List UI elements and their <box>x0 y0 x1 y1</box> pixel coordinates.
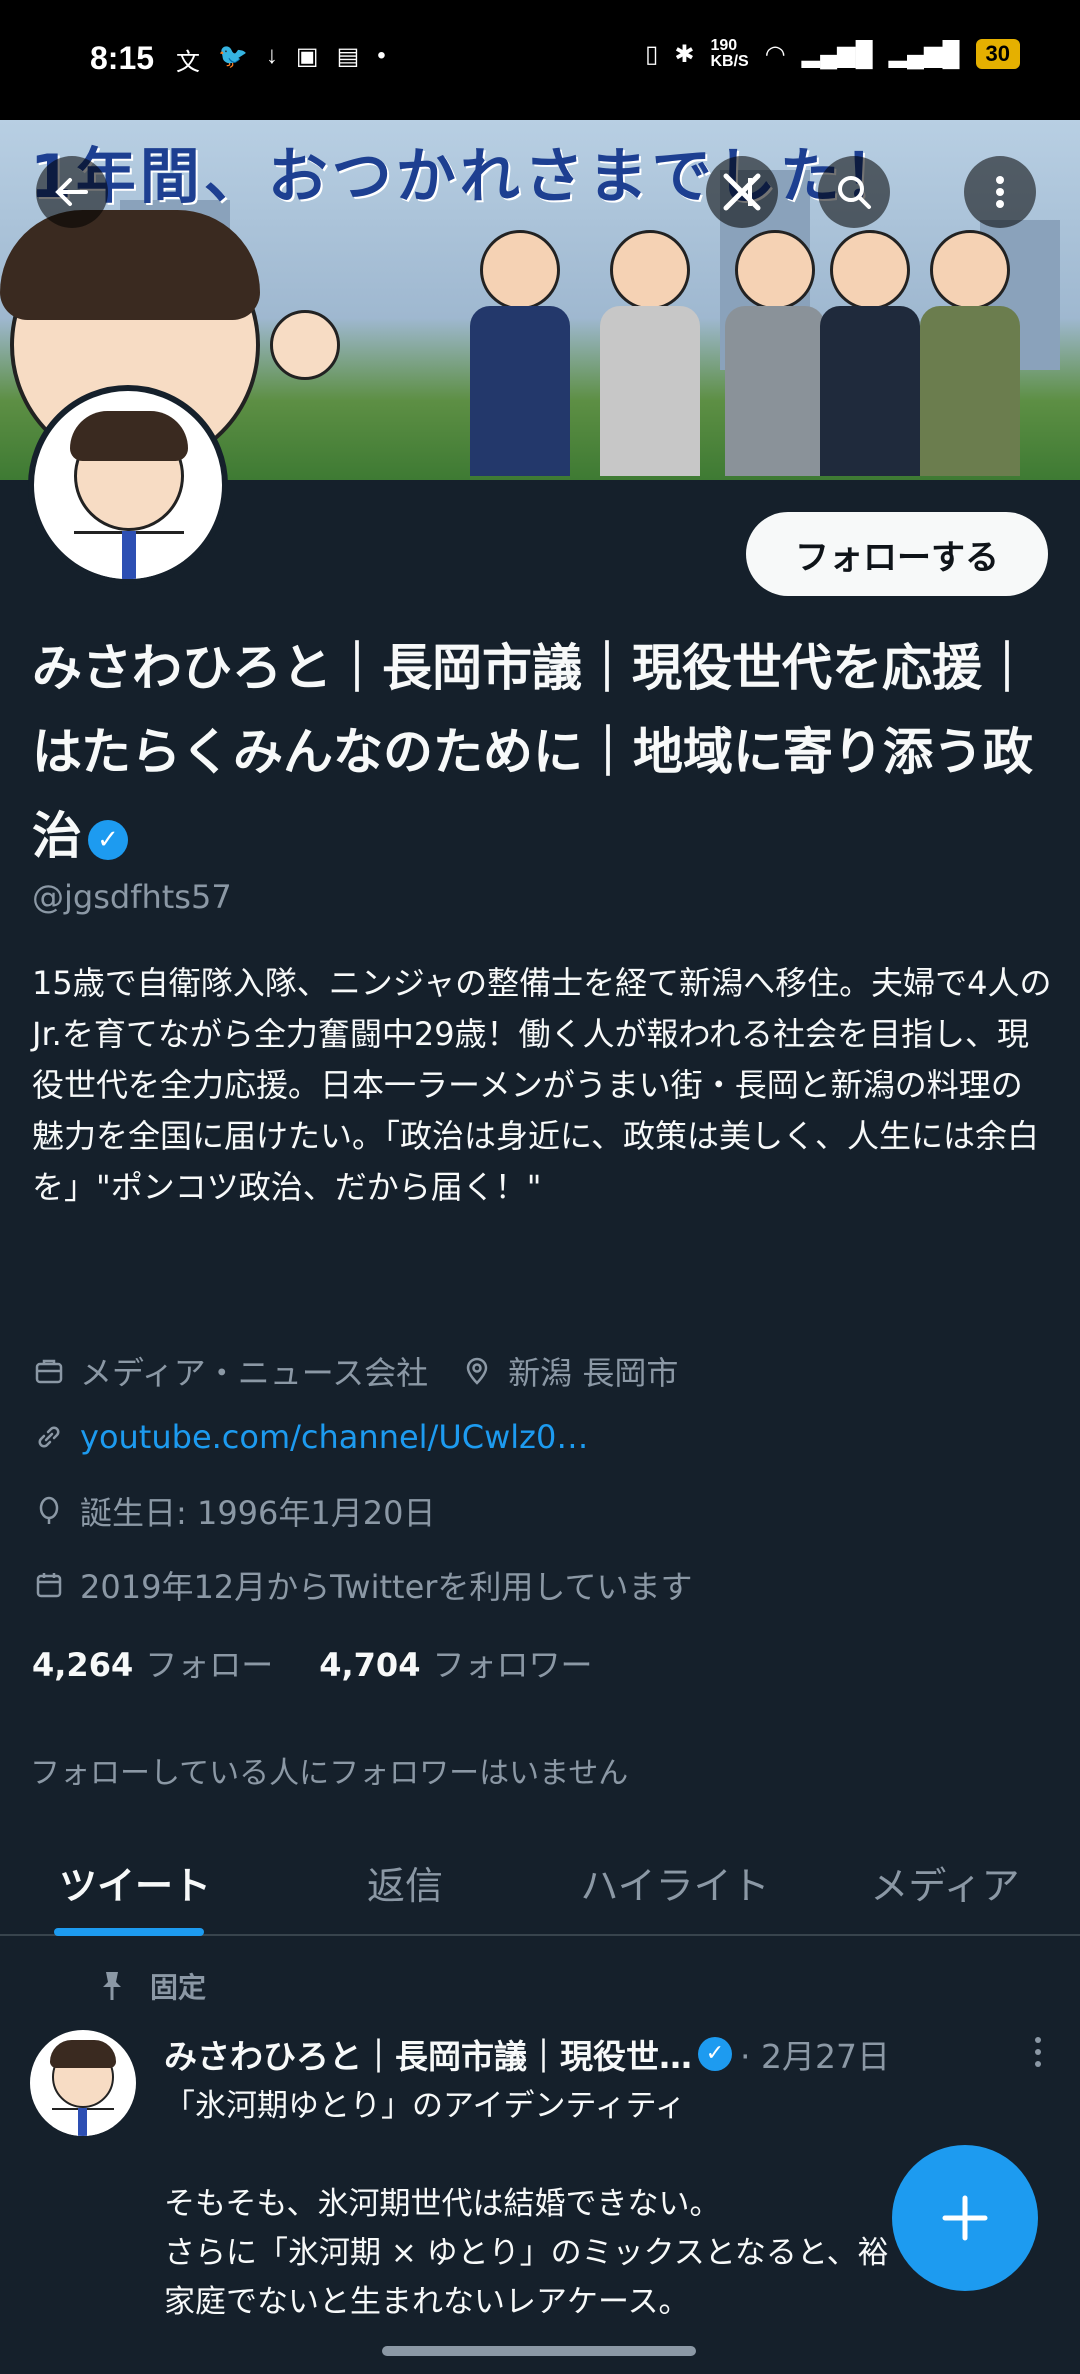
tweet-avatar[interactable] <box>30 2030 136 2136</box>
compose-tweet-button[interactable] <box>892 2145 1038 2291</box>
translate-icon: 文 <box>176 49 200 76</box>
tweet-date: · 2月27日 <box>740 2037 890 2076</box>
followers-number: 4,704 <box>319 1646 421 1684</box>
tab-highlights[interactable]: ハイライト <box>540 1830 810 1934</box>
calendar-icon <box>32 1568 66 1602</box>
mutual-followers-note: フォローしている人にフォロワーはいません <box>30 1756 629 1791</box>
profile-category: メディア・ニュース会社 <box>80 1354 429 1392</box>
profile-joined-date: 2019年12月からTwitterを利用しています <box>80 1568 693 1606</box>
search-button[interactable] <box>818 156 890 228</box>
profile-tabs: ツイート 返信 ハイライト メディア <box>0 1830 1080 1936</box>
banner-figure-office <box>820 230 920 480</box>
plus-icon <box>942 2195 988 2241</box>
search-icon <box>838 176 871 209</box>
location-pin-icon <box>460 1354 494 1388</box>
profile-link-row[interactable]: youtube.com/channel/UCwlz0… <box>32 1418 588 1456</box>
app-icon: ▣ <box>295 43 319 70</box>
follow-counts: 4,264 フォロー 4,704 フォロワー <box>32 1640 592 1686</box>
twitter-icon: 🐦 <box>218 43 248 70</box>
profile-birthday: 誕生日: 1996年1月20日 <box>80 1494 436 1532</box>
tab-media[interactable]: メディア <box>810 1830 1080 1934</box>
more-vertical-icon <box>1035 2037 1041 2067</box>
balloon-icon <box>32 1494 66 1528</box>
network-speed: 190 KB/S <box>710 37 749 70</box>
follow-button[interactable]: フォローする <box>746 512 1048 596</box>
tweet-header: みさわひろと｜長岡市議｜現役世… ✓ · 2月27日 <box>164 2030 1044 2078</box>
profile-birthday-row: 誕生日: 1996年1月20日 <box>32 1488 435 1534</box>
profile-joined-row: 2019年12月からTwitterを利用しています <box>32 1562 692 1608</box>
tab-tweets[interactable]: ツイート <box>0 1830 270 1936</box>
pin-icon <box>103 1972 121 2000</box>
briefcase-icon <box>32 1354 66 1388</box>
profile-avatar[interactable] <box>28 385 228 585</box>
profile-website-link[interactable]: youtube.com/channel/UCwlz0… <box>80 1418 588 1456</box>
link-icon <box>32 1420 66 1454</box>
status-bar: 8:15 文 🐦 ↓ ▣ ▤ • ▯ ✱ 190 KB/S ◠ ▂▄▆█ ▂▄▆… <box>0 0 1080 120</box>
arrow-left-icon <box>55 178 88 206</box>
tab-replies[interactable]: 返信 <box>270 1830 540 1934</box>
more-options-button[interactable] <box>964 156 1036 228</box>
home-indicator[interactable] <box>382 2346 696 2356</box>
verified-badge-icon: ✓ <box>698 2037 732 2071</box>
following-count[interactable]: 4,264 フォロー <box>32 1640 273 1686</box>
tweet-author-name[interactable]: みさわひろと｜長岡市議｜現役世… <box>164 2030 692 2078</box>
followers-label: フォロワー <box>432 1646 593 1684</box>
app-icon-2: ▤ <box>336 43 360 70</box>
banner-figure-firefighter <box>600 230 700 480</box>
notification-icons: 文 🐦 ↓ ▣ ▤ • <box>176 42 386 77</box>
verified-badge-icon: ✓ <box>88 819 128 860</box>
signal-icon: ▂▄▆█ <box>801 40 873 68</box>
pinned-label: 固定 <box>150 1971 207 2004</box>
status-time: 8:15 <box>90 40 155 76</box>
banner-figure-worker <box>725 230 825 480</box>
following-label: フォロー <box>145 1646 274 1684</box>
bluetooth-icon: ✱ <box>674 40 695 68</box>
profile-location: 新潟 長岡市 <box>508 1354 679 1392</box>
tweet-text: 「氷河期ゆとり」のアイデンティティ そもそも、氷河期世代は結婚できない。 さらに… <box>164 2088 889 2320</box>
tweet-more-button[interactable] <box>1032 2034 1044 2079</box>
banner-figure-police <box>470 230 570 480</box>
profile-handle: @jgsdfhts57 <box>32 878 232 916</box>
battery-icon: 30 <box>975 39 1020 69</box>
dot-icon: • <box>377 42 386 69</box>
banner-figure-soldier <box>920 230 1020 480</box>
vibrate-icon: ▯ <box>645 40 659 68</box>
signal-icon-2: ▂▄▆█ <box>888 40 960 68</box>
wifi-icon: ◠ <box>764 40 786 68</box>
system-icons: ▯ ✱ 190 KB/S ◠ ▂▄▆█ ▂▄▆█ 30 <box>645 38 1020 70</box>
grok-button[interactable] <box>706 156 778 228</box>
x-logo-icon <box>723 173 761 211</box>
pinned-indicator: 固定 <box>98 1966 206 2006</box>
profile-meta-row: メディア・ニュース会社 新潟 長岡市 <box>32 1348 678 1394</box>
following-number: 4,264 <box>32 1646 134 1684</box>
followers-count[interactable]: 4,704 フォロワー <box>319 1640 592 1686</box>
profile-bio: 15歳で自衛隊入隊、ニンジャの整備士を経て新潟へ移住。夫婦で4人のJr.を育てな… <box>32 964 1052 1206</box>
profile-name: みさわひろと｜長岡市議｜現役世代を応援｜はたらくみんなのために｜地域に寄り添う政… <box>32 626 1042 878</box>
more-vertical-icon <box>996 176 1004 208</box>
download-icon: ↓ <box>265 42 278 69</box>
back-button[interactable] <box>36 156 108 228</box>
profile-name-text: みさわひろと｜長岡市議｜現役世代を応援｜はたらくみんなのために｜地域に寄り添う政… <box>32 639 1033 865</box>
